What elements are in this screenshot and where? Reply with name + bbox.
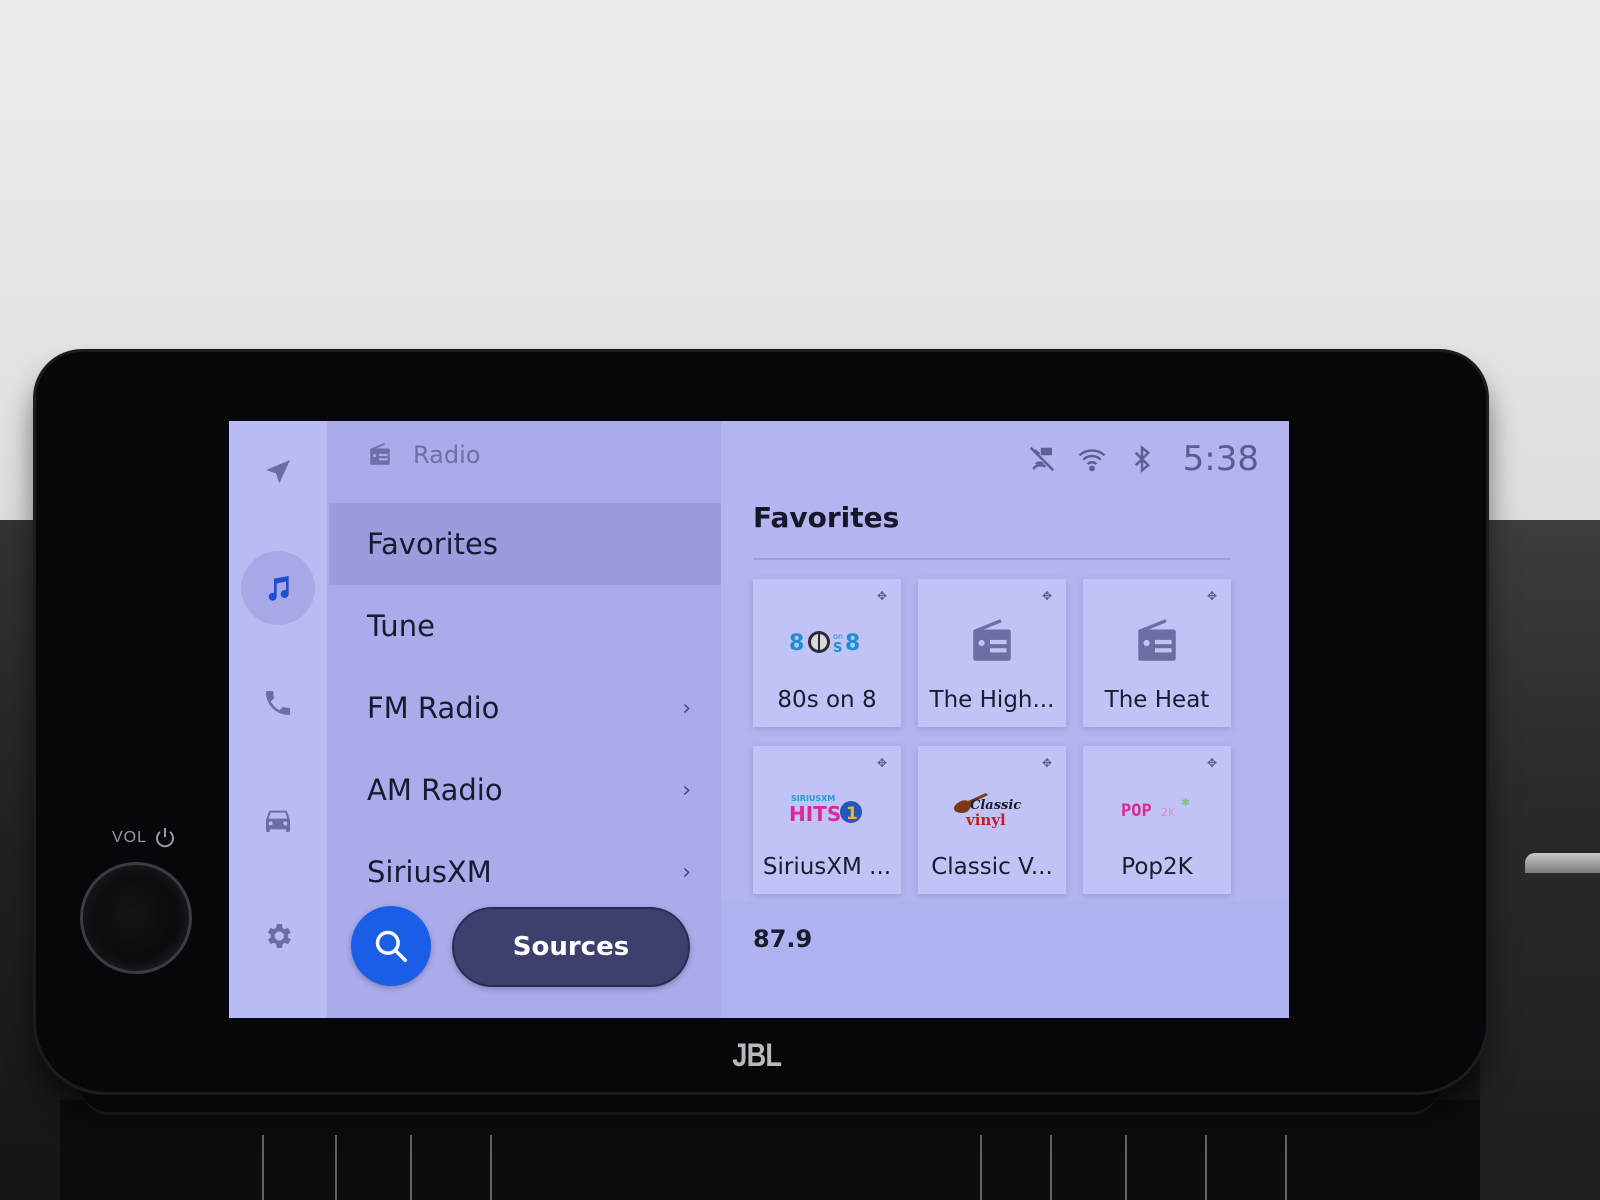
pop2k-logo: POP 2K ✱ bbox=[1121, 796, 1190, 821]
favorite-tile[interactable]: ✥ The High... bbox=[918, 579, 1066, 727]
power-icon bbox=[156, 828, 175, 848]
svg-text:POP: POP bbox=[1121, 801, 1152, 821]
rail-settings-button[interactable] bbox=[241, 899, 315, 973]
siriusxm-hits-1-logo: SIRIUSXM HITS 1 bbox=[789, 794, 862, 826]
channel-logo: 8 on S 8 bbox=[753, 617, 901, 667]
rail-vehicle-button[interactable] bbox=[241, 783, 315, 857]
navigation-arrow-icon bbox=[266, 460, 290, 484]
phone-icon bbox=[266, 691, 290, 715]
gear-icon bbox=[267, 924, 291, 948]
status-bar: 5:38 bbox=[1027, 439, 1259, 479]
classic-vinyl-logo: Classic vinyl bbox=[953, 793, 1021, 829]
now-playing-bar[interactable]: 87.9 bbox=[721, 901, 1289, 1018]
tile-label: SiriusXM ... bbox=[762, 854, 892, 880]
volume-label: VOL bbox=[112, 826, 177, 850]
svg-text:S: S bbox=[833, 641, 842, 656]
section-title: Favorites bbox=[753, 501, 900, 534]
clock: 5:38 bbox=[1182, 439, 1259, 479]
vent-slat bbox=[335, 1135, 337, 1200]
rail-media-button[interactable] bbox=[241, 551, 315, 625]
app-rail bbox=[229, 421, 327, 1018]
menu-item-label: Favorites bbox=[367, 527, 498, 561]
menu-item-label: SiriusXM bbox=[367, 855, 492, 889]
volume-knob[interactable] bbox=[80, 862, 192, 974]
svg-text:1: 1 bbox=[846, 804, 858, 824]
tile-label: Classic V... bbox=[931, 854, 1053, 880]
chevron-right-icon: › bbox=[682, 777, 691, 803]
menu-item-tune[interactable]: Tune bbox=[329, 585, 721, 667]
air-vent bbox=[60, 1100, 1480, 1200]
menu-header: Radio bbox=[367, 441, 480, 469]
menu-item-favorites[interactable]: Favorites bbox=[329, 503, 721, 585]
svg-text:8: 8 bbox=[845, 631, 860, 656]
svg-text:on: on bbox=[833, 632, 843, 641]
dashboard-trim bbox=[1525, 853, 1600, 873]
bluetooth-icon bbox=[1134, 445, 1150, 473]
sources-button[interactable]: Sources bbox=[452, 907, 690, 987]
favorite-tile[interactable]: ✥ POP 2K ✱ Pop2K bbox=[1083, 746, 1231, 894]
rail-phone-button[interactable] bbox=[241, 666, 315, 740]
pin-icon: ✥ bbox=[1206, 589, 1217, 603]
menu-item-label: FM Radio bbox=[367, 691, 500, 725]
tile-label: The Heat bbox=[1104, 687, 1210, 713]
volume-label-text: VOL bbox=[112, 829, 148, 846]
svg-text:2K: 2K bbox=[1161, 806, 1176, 819]
vent-slat bbox=[410, 1135, 412, 1200]
80s-on-8-logo: 8 on S 8 bbox=[789, 631, 860, 656]
favorite-tile[interactable]: ✥ The Heat bbox=[1083, 579, 1231, 727]
channel-logo: POP 2K ✱ bbox=[1083, 784, 1231, 834]
vent-slat bbox=[1285, 1135, 1287, 1200]
chevron-right-icon: › bbox=[682, 695, 691, 721]
radio-icon bbox=[918, 617, 1066, 667]
menu-item-am-radio[interactable]: AM Radio › bbox=[329, 749, 721, 831]
search-icon bbox=[375, 930, 407, 962]
search-button[interactable] bbox=[351, 906, 431, 986]
favorite-tile[interactable]: ✥ 8 on S 8 80s on 8 bbox=[753, 579, 901, 727]
tile-label: The High... bbox=[929, 687, 1055, 713]
pin-icon: ✥ bbox=[1041, 589, 1052, 603]
favorite-tile[interactable]: ✥ SIRIUSXM HITS 1 SiriusXM ... bbox=[753, 746, 901, 894]
menu-item-label: AM Radio bbox=[367, 773, 503, 807]
menu-item-fm-radio[interactable]: FM Radio › bbox=[329, 667, 721, 749]
pin-icon: ✥ bbox=[876, 589, 887, 603]
radio-icon bbox=[370, 443, 390, 465]
jbl-logo: JBL bbox=[732, 1037, 782, 1073]
menu-title: Radio bbox=[413, 441, 481, 469]
radio-menu: Radio Favorites Tune FM Radio › AM Radio… bbox=[327, 421, 721, 1018]
vent-slat bbox=[490, 1135, 492, 1200]
chevron-right-icon: › bbox=[682, 859, 691, 885]
pin-icon: ✥ bbox=[876, 756, 887, 770]
rail-navigation-button[interactable] bbox=[241, 435, 315, 509]
menu-item-siriusxm[interactable]: SiriusXM › bbox=[329, 831, 721, 913]
radio-icon bbox=[1083, 617, 1231, 667]
vent-slat bbox=[262, 1135, 264, 1200]
menu-item-label: Tune bbox=[367, 609, 435, 643]
tile-label: 80s on 8 bbox=[777, 687, 877, 713]
car-icon bbox=[266, 810, 290, 832]
vent-slat bbox=[1125, 1135, 1127, 1200]
vent-slat bbox=[980, 1135, 982, 1200]
title-divider bbox=[753, 558, 1231, 560]
vent-slat bbox=[1050, 1135, 1052, 1200]
tile-label: Pop2K bbox=[1121, 854, 1193, 880]
favorite-tile[interactable]: ✥ Classic vinyl Classic V... bbox=[918, 746, 1066, 894]
svg-text:✱: ✱ bbox=[1181, 796, 1190, 809]
favorites-panel: 5:38 Favorites ✥ 8 on S 8 80s on 8 ✥ The… bbox=[721, 421, 1289, 1018]
wifi-icon bbox=[1078, 449, 1105, 472]
vent-slat bbox=[1205, 1135, 1207, 1200]
svg-text:vinyl: vinyl bbox=[965, 811, 1006, 829]
music-note-icon bbox=[268, 576, 289, 601]
now-playing-frequency: 87.9 bbox=[753, 925, 813, 953]
pin-icon: ✥ bbox=[1206, 756, 1217, 770]
channel-logo: Classic vinyl bbox=[918, 784, 1066, 834]
satellite-off-icon bbox=[1029, 446, 1054, 472]
svg-text:8: 8 bbox=[789, 631, 804, 656]
svg-text:HITS: HITS bbox=[789, 802, 841, 826]
pin-icon: ✥ bbox=[1041, 756, 1052, 770]
infotainment-screen: Radio Favorites Tune FM Radio › AM Radio… bbox=[229, 421, 1289, 1018]
channel-logo: SIRIUSXM HITS 1 bbox=[753, 784, 901, 834]
